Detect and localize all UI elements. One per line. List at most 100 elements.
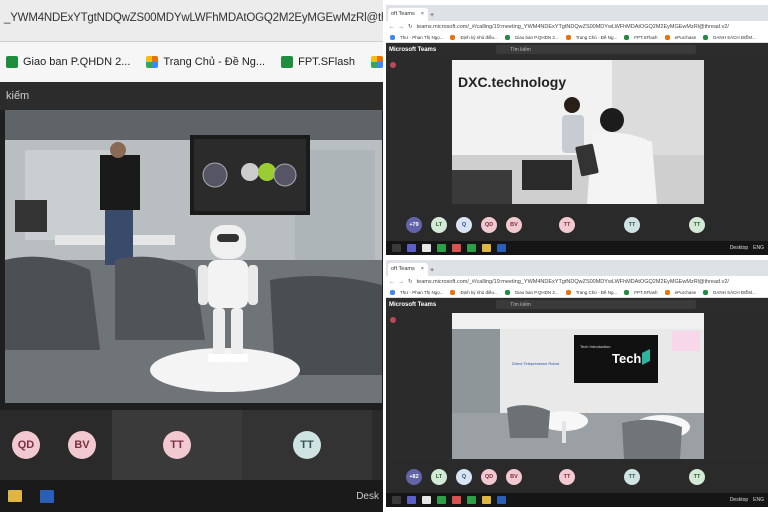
avatar[interactable]: QD: [481, 217, 497, 233]
start-icon[interactable]: [392, 244, 401, 252]
avatar[interactable]: TT: [559, 469, 575, 485]
bookmarks-bar: Thư - Phan Thị Ngọ... Định kỳ nhủ điều..…: [386, 288, 768, 298]
file-explorer-icon[interactable]: [482, 496, 491, 504]
language-indicator[interactable]: ENG: [753, 245, 764, 251]
word-icon[interactable]: [497, 244, 506, 252]
bookmark-3[interactable]: Trang Chủ - Đề Ng...: [565, 290, 617, 295]
search-input[interactable]: Tìm kiếm: [496, 300, 697, 309]
close-icon[interactable]: ×: [421, 266, 424, 272]
avatar[interactable]: BV: [506, 217, 522, 233]
teams-icon[interactable]: [407, 496, 416, 504]
bookmark-1[interactable]: Định kỳ nhủ điều...: [450, 35, 498, 40]
search-input[interactable]: Tìm kiếm: [496, 45, 697, 54]
avatar[interactable]: QD: [481, 469, 497, 485]
demo-scene-image: DXC.technology: [452, 60, 704, 204]
excel-icon[interactable]: [437, 244, 446, 252]
new-tab-icon[interactable]: +: [430, 12, 434, 21]
office-scene-image: [5, 110, 382, 403]
bookmark-2[interactable]: Giao ban P.QHDN 2...: [504, 290, 559, 295]
address-bar[interactable]: ← → ↻ teams.microsoft.com/_#/calling/19:me…: [386, 276, 768, 288]
pinwheel-icon: [664, 290, 670, 295]
bookmark-label: Giao ban P.QHDN 2...: [514, 290, 559, 295]
back-icon[interactable]: ←: [389, 279, 395, 285]
participant-tile[interactable]: TT: [242, 410, 372, 480]
address-text: teams.microsoft.com/_#/calling/19:meetin…: [416, 24, 729, 30]
windows-taskbar: Desk: [0, 480, 383, 512]
app-icon[interactable]: [467, 244, 476, 252]
sheets-icon: [703, 35, 709, 40]
back-icon[interactable]: ←: [389, 24, 395, 30]
bookmark-2[interactable]: FPT.SFlash: [281, 56, 355, 68]
avatar[interactable]: TT: [689, 217, 705, 233]
reload-icon[interactable]: ↻: [408, 279, 413, 285]
taskbar-desktop-label[interactable]: Desk: [356, 491, 383, 502]
bookmark-6[interactable]: DANH SÁCH ĐIỀM...: [703, 290, 756, 295]
browser-tabs: oft Teams × +: [386, 260, 768, 276]
bookmark-1[interactable]: Trang Chủ - Đề Ng...: [146, 56, 265, 68]
bookmark-2[interactable]: Giao ban P.QHDN 2...: [504, 35, 559, 40]
taskbar-desktop-label[interactable]: Desktop: [730, 497, 748, 503]
chrome-icon[interactable]: [452, 244, 461, 252]
participant-tile[interactable]: QD: [0, 410, 52, 480]
avatar[interactable]: Q: [456, 469, 472, 485]
address-bar[interactable]: ← → ↻ teams.microsoft.com/_#/calling/19:me…: [386, 21, 768, 33]
tab-teams[interactable]: oft Teams ×: [388, 263, 428, 276]
taskbar-desktop-label[interactable]: Desktop: [730, 245, 748, 251]
sheets-icon: [504, 290, 510, 295]
forward-icon[interactable]: →: [399, 279, 405, 285]
tab-title: oft Teams: [391, 266, 415, 272]
bookmark-0[interactable]: Giao ban P.QHDN 2...: [6, 56, 130, 68]
taskview-icon[interactable]: [422, 496, 431, 504]
close-icon[interactable]: ×: [421, 11, 424, 17]
search-input[interactable]: kiếm: [0, 82, 383, 110]
bookmark-0[interactable]: Thư - Phan Thị Ngọ...: [390, 35, 443, 40]
participant-tile[interactable]: BV: [52, 410, 112, 480]
word-icon[interactable]: [40, 489, 54, 503]
avatar[interactable]: TT: [624, 469, 640, 485]
bookmark-1[interactable]: Định kỳ nhủ điều...: [450, 290, 498, 295]
pinwheel-icon: [565, 290, 571, 295]
avatar[interactable]: Q: [456, 217, 472, 233]
address-bar[interactable]: _YWM4NDExYTgtNDQwZS00MDYwLWFhMDAtOGQ2M2E…: [0, 0, 383, 42]
teams-icon[interactable]: [407, 244, 416, 252]
file-explorer-icon[interactable]: [482, 244, 491, 252]
avatar[interactable]: TT: [624, 217, 640, 233]
more-participants-badge[interactable]: +79: [406, 217, 422, 233]
screen-title: Tech: [612, 351, 641, 366]
forward-icon[interactable]: →: [399, 24, 405, 30]
bookmark-3[interactable]: ePurchase: [370, 56, 383, 68]
bookmark-6[interactable]: DANH SÁCH ĐIỀM...: [703, 35, 756, 40]
chrome-icon[interactable]: [452, 496, 461, 504]
sheets-icon: [281, 56, 294, 68]
bookmark-3[interactable]: Trang Chủ - Đề Ng...: [565, 35, 617, 40]
sheets-icon: [504, 35, 510, 40]
bookmark-4[interactable]: FPT.SFlash: [624, 290, 658, 295]
new-tab-icon[interactable]: +: [430, 267, 434, 276]
avatar[interactable]: TT: [689, 469, 705, 485]
avatar[interactable]: LT: [431, 217, 447, 233]
avatar: BV: [68, 431, 96, 459]
file-explorer-icon[interactable]: [8, 490, 22, 502]
participant-tile[interactable]: TT: [112, 410, 242, 480]
app-title: Microsoft Teams: [389, 46, 437, 53]
reload-icon[interactable]: ↻: [408, 24, 413, 30]
bookmark-5[interactable]: ePurchase: [664, 290, 697, 295]
word-icon[interactable]: [497, 496, 506, 504]
bookmark-5[interactable]: ePurchase: [664, 35, 696, 40]
tab-teams[interactable]: oft Teams ×: [388, 8, 428, 21]
avatar[interactable]: BV: [506, 469, 522, 485]
taskview-icon[interactable]: [422, 244, 431, 252]
bookmark-label: ePurchase: [674, 290, 697, 295]
bookmark-0[interactable]: Thư - Phan Thị Ngọ...: [390, 290, 443, 295]
excel-icon[interactable]: [437, 496, 446, 504]
start-icon[interactable]: [392, 496, 401, 504]
bookmark-label: Thư - Phan Thị Ngọ...: [400, 290, 444, 295]
search-placeholder: Tìm kiếm: [510, 47, 531, 53]
bookmark-4[interactable]: FPT.SFlash: [624, 35, 658, 40]
avatar[interactable]: TT: [559, 217, 575, 233]
participant-strip: +82 LT Q QD BV TT TT TT: [386, 461, 768, 493]
avatar[interactable]: LT: [431, 469, 447, 485]
more-participants-badge[interactable]: +82: [406, 469, 422, 485]
language-indicator[interactable]: ENG: [753, 497, 764, 503]
app-icon[interactable]: [467, 496, 476, 504]
